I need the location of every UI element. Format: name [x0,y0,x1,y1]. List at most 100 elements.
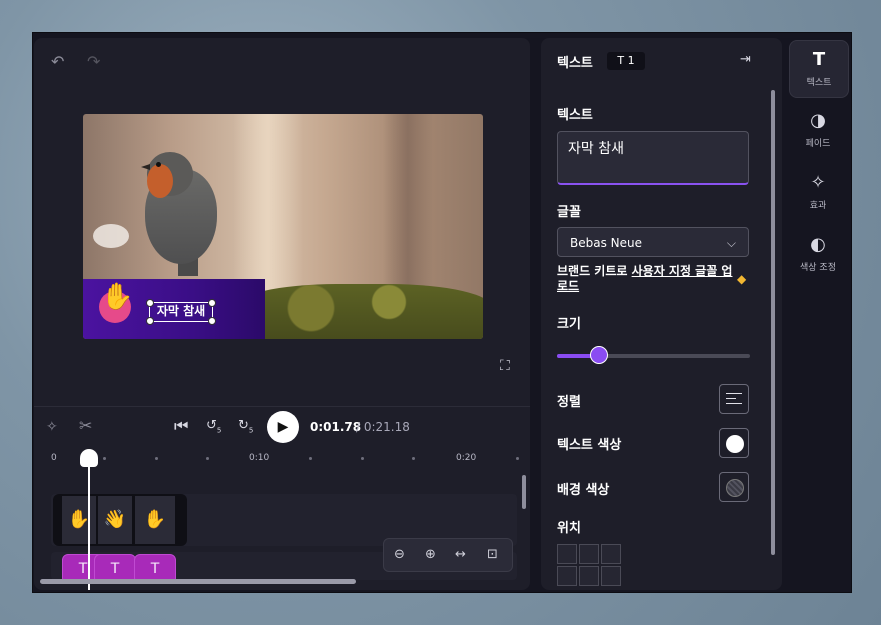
position-cell[interactable] [601,566,621,586]
playhead-line [88,454,90,590]
ruler-tick [103,457,106,460]
tab-label: 효과 [809,201,827,211]
forward-seconds: 5 [248,426,254,435]
play-button[interactable]: ▶ [267,411,299,443]
side-tab-bar: T 텍스트 ◑ 페이드 ✧ 효과 ◐ 색상 조정 [789,38,849,590]
fullscreen-icon[interactable]: ⛶ [500,358,510,374]
fit-timeline-icon[interactable]: ⊡ [487,547,498,562]
timeline-vertical-scrollbar[interactable] [522,475,526,509]
properties-panel: 텍스트 T 1 ⇥ 텍스트 자막 참새 글꼴 Bebas Neue ⌵ 브랜드 … [541,38,782,590]
ruler-tick [412,457,415,460]
selection-count: 1 [627,54,635,67]
redo-icon[interactable]: ↷ [87,54,100,70]
preview-panel: ↶ ↷ ✋ 자막 참새 ⛶ ✧ ✂ ⏮ ↺5 ↻5 ▶ 0:01.78 / 0:… [34,38,530,590]
ruler-label: 0 [51,453,57,463]
premium-diamond-icon: ◆ [737,272,747,286]
tab-label: 색상 조정 [800,263,836,273]
play-icon: ▶ [277,419,289,435]
position-cell[interactable] [579,544,599,564]
hand-sticker-icon: ✋ [143,509,167,530]
fit-width-icon[interactable]: ↔ [455,547,466,562]
chevron-down-icon: ⌵ [726,236,736,250]
align-left-icon [726,393,742,408]
hand-sticker-icon: ✋ [67,509,91,530]
resize-handle[interactable] [208,317,216,325]
position-cell[interactable] [557,544,577,564]
current-time: 0:01.78 [310,420,362,434]
fade-icon: ◑ [810,110,826,131]
panel-title: 텍스트 [557,56,593,71]
zoom-in-icon[interactable]: ⊕ [425,547,436,562]
properties-scrollbar[interactable] [771,90,775,555]
ruler-tick [516,457,519,460]
bg-color-button[interactable] [719,472,749,502]
zoom-toolbar: ⊖ ⊕ ↔ ⊡ [383,538,513,572]
tab-label: 페이드 [805,139,831,149]
skip-to-start-icon[interactable]: ⏮ [174,418,188,434]
magic-sparkle-icon[interactable]: ✧ [46,419,58,435]
tab-color-adjust[interactable]: ◐ 색상 조정 [789,226,847,282]
position-cell[interactable] [557,566,577,586]
color-adjust-icon: ◐ [810,234,826,255]
undo-icon[interactable]: ↶ [51,54,64,70]
font-dropdown[interactable]: Bebas Neue ⌵ [557,227,749,257]
forward-5-icon[interactable]: ↻5 [238,418,253,439]
brand-kit-note: 브랜드 키트로 사용자 지정 글꼴 업로드 [557,264,737,294]
resize-handle[interactable] [146,317,154,325]
clip-thumbnail: ✋ [135,496,175,544]
playhead-handle[interactable] [80,449,98,467]
tab-text[interactable]: T 텍스트 [789,40,849,98]
bird-breast [147,164,173,198]
text-color-swatch [726,435,744,453]
total-time: / 0:21.18 [356,420,410,434]
video-preview[interactable]: ✋ 자막 참새 [83,114,483,339]
tab-effects[interactable]: ✧ 효과 [789,164,847,220]
text-color-label: 텍스트 색상 [557,438,622,453]
size-slider-thumb[interactable] [590,346,608,364]
divider [34,406,530,407]
text-input[interactable]: 자막 참새 [557,131,749,185]
position-section-label: 위치 [557,521,581,536]
rewind-seconds: 5 [216,426,222,435]
zoom-out-icon[interactable]: ⊖ [394,547,405,562]
align-section-label: 정렬 [557,395,581,410]
ruler-label: 0:20 [456,453,477,463]
caption-text[interactable]: 자막 참새 [151,302,211,320]
selection-count-badge: T 1 [607,52,645,70]
tab-label: 텍스트 [806,78,832,88]
tab-fade[interactable]: ◑ 페이드 [789,102,847,158]
timeline-horizontal-scrollbar[interactable] [40,579,356,584]
caption-overlay[interactable]: ✋ 자막 참새 [83,279,265,339]
ruler-tick [206,457,209,460]
text-section-label: 텍스트 [557,108,593,123]
size-section-label: 크기 [557,317,581,332]
rewind-5-icon[interactable]: ↺5 [206,418,221,439]
font-section-label: 글꼴 [557,205,581,220]
clip-thumbnail: ✋ [62,496,96,544]
position-cell[interactable] [579,566,599,586]
moss-image [233,284,483,339]
font-value: Bebas Neue [570,236,642,250]
position-cell[interactable] [601,544,621,564]
resize-handle[interactable] [146,299,154,307]
clip-thumbnail: 👋 [98,496,132,544]
resize-handle[interactable] [208,299,216,307]
bg-color-label: 배경 색상 [557,483,610,498]
waving-hand-icon: ✋ [101,282,134,312]
ruler-tick [309,457,312,460]
bird-eye [156,162,161,167]
ruler-tick [361,457,364,460]
text-color-button[interactable] [719,428,749,458]
brand-kit-text: 브랜드 키트로 [557,264,632,278]
ruler-label: 0:10 [249,453,270,463]
text-icon: T [812,49,826,70]
ruler-tick [155,457,158,460]
scissors-icon[interactable]: ✂ [79,418,92,434]
collapse-panel-icon[interactable]: ⇥ [740,52,751,67]
align-button[interactable] [719,384,749,414]
transparent-swatch [726,479,744,497]
hand-sticker-icon: 👋 [103,509,127,530]
bird-beak [141,164,150,170]
magic-wand-icon: ✧ [810,172,826,193]
flower-image [93,224,129,248]
